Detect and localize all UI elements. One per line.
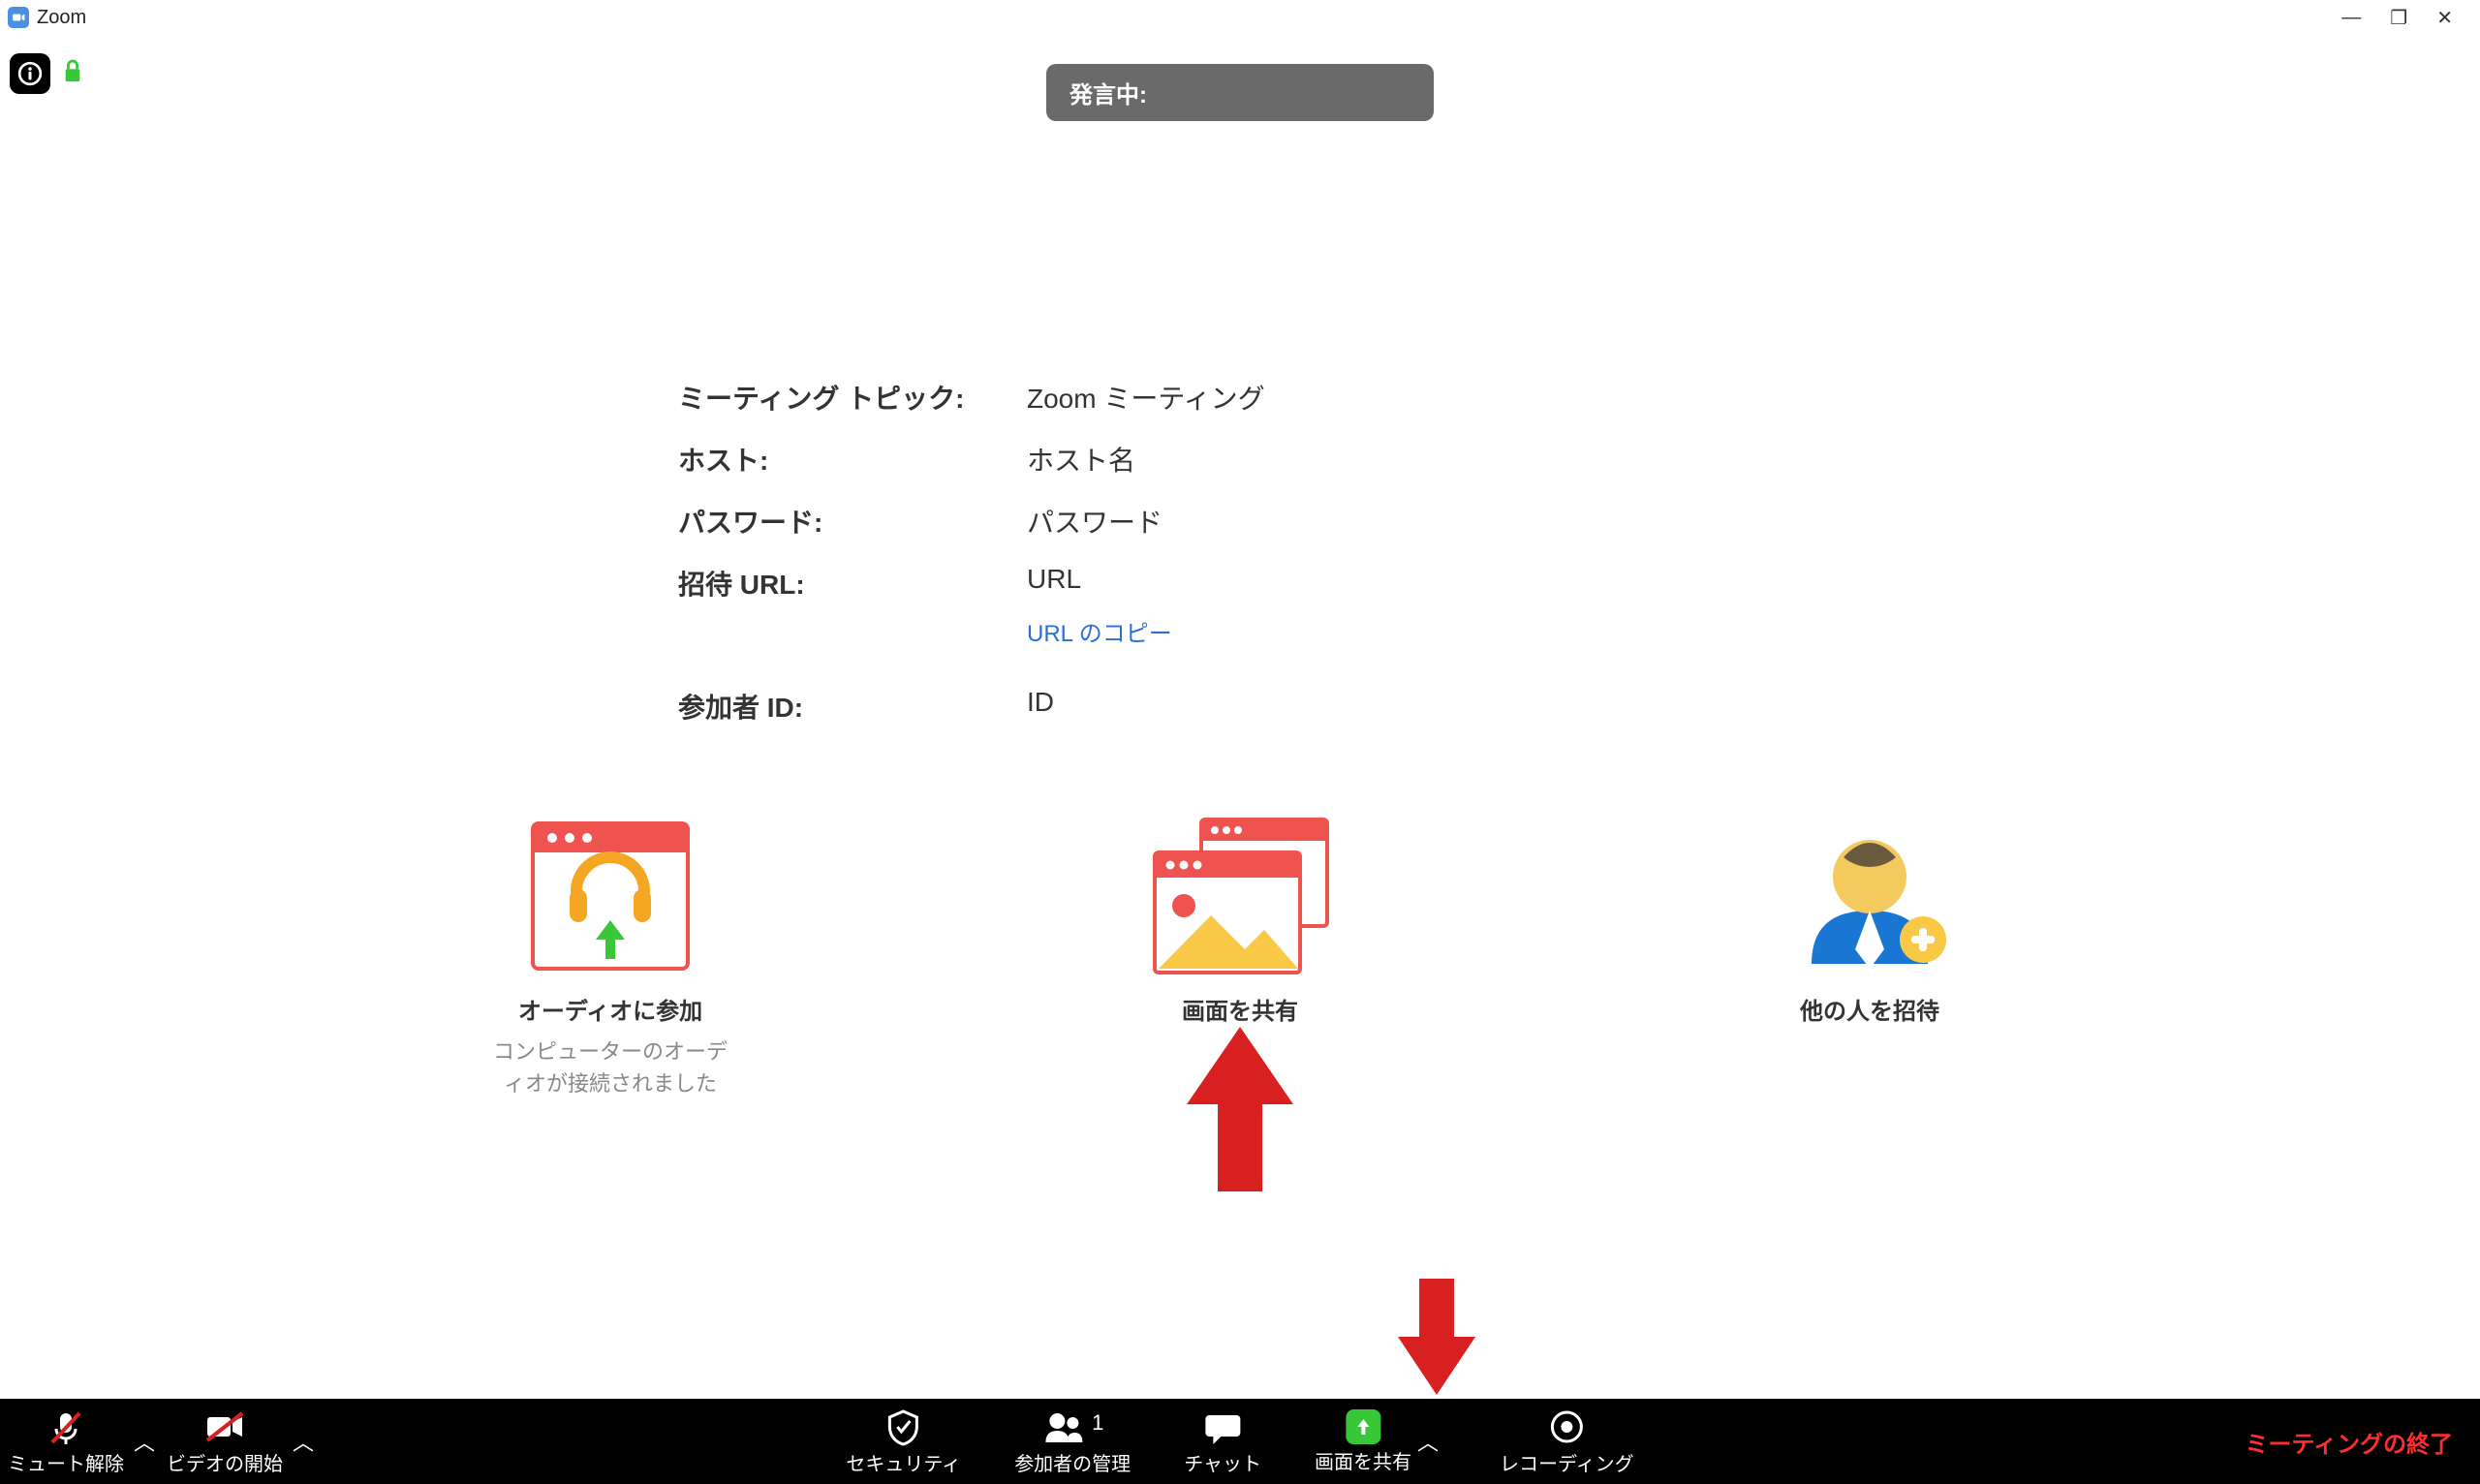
video-caret-icon[interactable]: ︿ (293, 1426, 314, 1457)
security-button[interactable]: セキュリティ (846, 1407, 961, 1476)
password-label: パスワード: (678, 502, 1027, 541)
top-left-icons (10, 53, 83, 94)
join-audio-label: オーディオに参加 (518, 992, 702, 1026)
share-screen-button[interactable]: 画面を共有 (1315, 1409, 1411, 1474)
zoom-app-icon (8, 7, 29, 28)
participant-id-label: 参加者 ID: (678, 687, 1027, 726)
unmute-button[interactable]: ミュート解除 (8, 1407, 124, 1476)
app-title: Zoom (37, 7, 86, 29)
share-screen-tile-label: 画面を共有 (1182, 992, 1298, 1026)
record-button[interactable]: レコーディング (1500, 1407, 1634, 1476)
meeting-topic-label: ミーティング トピック: (678, 378, 1027, 417)
end-meeting-button[interactable]: ミーティングの終了 (2245, 1425, 2472, 1459)
maximize-button[interactable]: ❐ (2390, 6, 2407, 30)
meeting-topic-value: Zoom ミーティング (1027, 378, 1265, 417)
invite-url-value: URL (1027, 564, 1081, 603)
annotation-arrow-up (1187, 1027, 1293, 1191)
meeting-toolbar: ミュート解除 ︿ ビデオの開始 ︿ セキュリティ 1 参加者の管理 チャット (0, 1399, 2480, 1484)
encryption-lock-icon[interactable] (62, 58, 83, 90)
chat-button[interactable]: チャット (1184, 1407, 1261, 1476)
start-video-button[interactable]: ビデオの開始 (167, 1407, 283, 1476)
password-value: パスワード (1027, 502, 1162, 541)
invite-others-tile[interactable]: 他の人を招待 (1744, 814, 1996, 1099)
minimize-button[interactable]: — (2341, 7, 2361, 29)
share-screen-label: 画面を共有 (1315, 1446, 1411, 1474)
close-button[interactable]: ✕ (2436, 6, 2453, 30)
speaking-label: 発言中: (1070, 82, 1147, 108)
share-caret-icon[interactable]: ︿ (1417, 1426, 1439, 1457)
annotation-arrow-down (1398, 1279, 1475, 1395)
copy-url-link[interactable]: URL のコピー (1027, 614, 1265, 648)
security-label: セキュリティ (846, 1448, 961, 1476)
unmute-label: ミュート解除 (8, 1448, 124, 1476)
participants-label: 参加者の管理 (1014, 1448, 1131, 1476)
audio-caret-icon[interactable]: ︿ (134, 1426, 155, 1457)
record-label: レコーディング (1500, 1448, 1634, 1476)
host-label: ホスト: (678, 440, 1027, 479)
window-controls: — ❐ ✕ (2341, 6, 2472, 30)
share-screen-toolbar-icon (1346, 1409, 1380, 1444)
speaking-indicator: 発言中: (1046, 64, 1434, 121)
chat-label: チャット (1184, 1448, 1261, 1476)
share-screen-icon (1143, 814, 1337, 978)
host-value: ホスト名 (1027, 440, 1135, 479)
meeting-info-panel: ミーティング トピック: Zoom ミーティング ホスト: ホスト名 パスワード… (678, 378, 1265, 749)
join-audio-tile[interactable]: オーディオに参加 コンピューターのオーディオが接続されました (484, 814, 736, 1099)
manage-participants-button[interactable]: 1 参加者の管理 (1014, 1407, 1131, 1476)
meeting-info-icon[interactable] (10, 53, 50, 94)
join-audio-icon (523, 814, 698, 978)
title-bar-left: Zoom (8, 7, 86, 29)
participants-count: 1 (1092, 1410, 1103, 1436)
invite-url-label: 招待 URL: (678, 564, 1027, 603)
title-bar: Zoom — ❐ ✕ (0, 0, 2480, 35)
invite-others-label: 他の人を招待 (1800, 992, 1939, 1026)
start-video-label: ビデオの開始 (167, 1448, 283, 1476)
join-audio-sub: コンピューターのオーディオが接続されました (484, 1036, 736, 1099)
invite-others-icon (1787, 814, 1952, 978)
participant-id-value: ID (1027, 687, 1054, 726)
